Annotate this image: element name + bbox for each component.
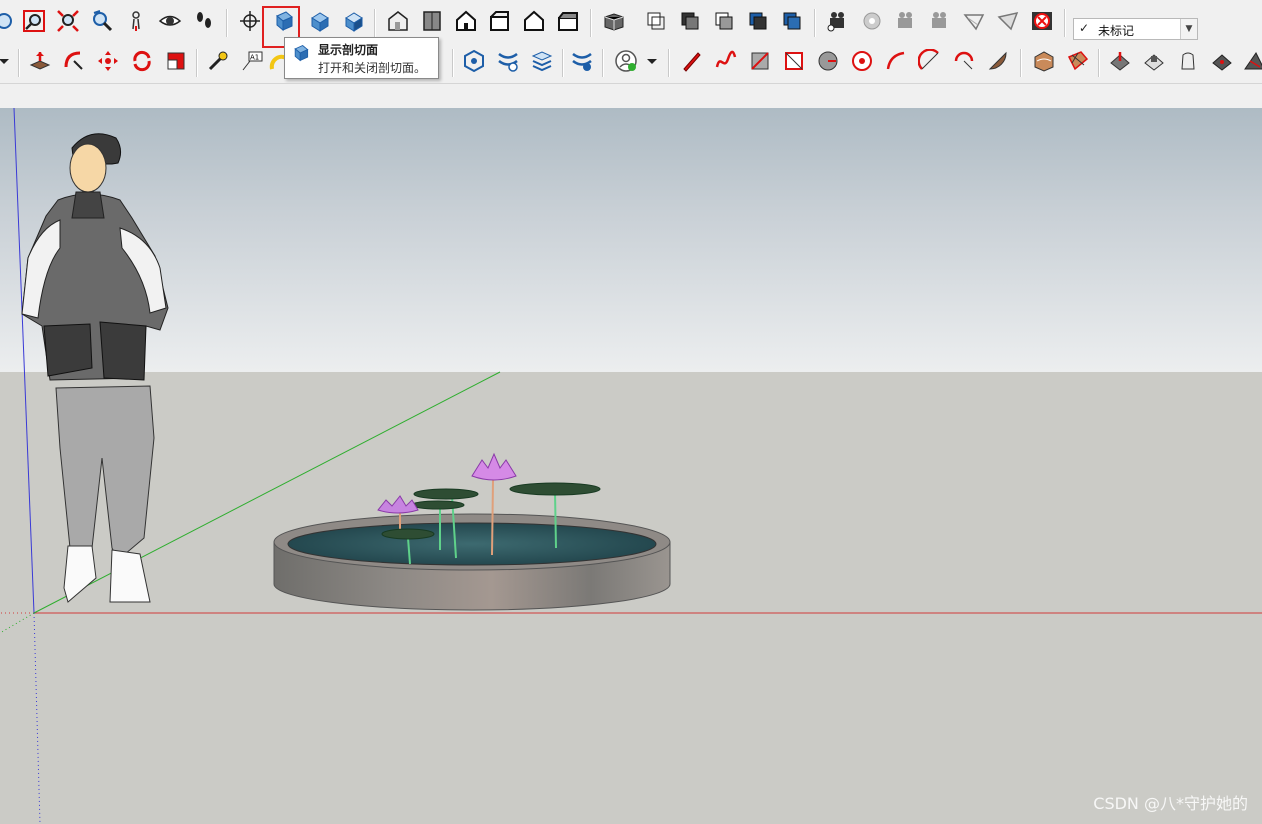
toolbar-separator [1020,49,1022,77]
pencil-icon[interactable] [678,47,706,75]
shaded-icon[interactable] [744,7,772,35]
back-edges-icon[interactable] [642,7,670,35]
iso-view-icon[interactable] [384,7,412,35]
sandbox-from-scratch-icon[interactable] [1064,47,1092,75]
two-point-arc-icon[interactable] [916,47,944,75]
add-detail-icon[interactable] [1208,47,1236,75]
toolbar-separator [18,49,20,77]
rotate-icon[interactable] [128,47,156,75]
toolbar-separator [562,49,564,77]
polygon-icon[interactable] [848,47,876,75]
green-axis-negative [0,612,35,634]
stamp-icon[interactable] [1140,47,1168,75]
smooth-icon[interactable] [994,7,1022,35]
rotated-rectangle-icon[interactable] [780,47,808,75]
camera-add-icon[interactable] [824,7,852,35]
back-view-icon[interactable] [520,7,548,35]
toolbar-separator [226,9,228,37]
axes-icon[interactable] [236,7,264,35]
display-section-fill-icon[interactable] [340,7,368,35]
move-icon[interactable] [94,47,122,75]
text-label-icon[interactable]: A1 [238,47,266,75]
scene-settings-icon[interactable] [568,47,596,75]
rectangle-icon[interactable] [746,47,774,75]
left-view-icon[interactable] [554,7,582,35]
pond-basin [273,513,671,611]
tape-measure-icon[interactable] [204,47,232,75]
follow-me-icon[interactable] [60,47,88,75]
camera-icon[interactable] [858,7,886,35]
model-viewport[interactable]: CSDN @八*守护她的 [0,108,1262,824]
toolbar-separator [1064,9,1066,37]
toolbar-separator [590,9,592,37]
display-section-cuts-icon[interactable] [306,7,334,35]
scale-icon[interactable] [162,47,190,75]
shaded-textures-icon[interactable] [778,7,806,35]
tooltip-description: 打开和关闭剖切面。 [318,61,427,75]
svg-text:A1: A1 [250,54,259,62]
layers-icon[interactable] [528,47,556,75]
styles-icon[interactable] [460,47,488,75]
tag-check-icon: ✓ [1079,21,1090,35]
arc-icon[interactable] [882,47,910,75]
toolbar-overflow-arrow-icon[interactable] [0,47,18,75]
tag-selector[interactable]: ✓ 未标记 ▼ [1073,18,1198,40]
front-view-icon[interactable] [452,7,480,35]
toolbar-separator [814,9,816,37]
soften-icon[interactable] [960,7,988,35]
scale-figure [21,133,169,603]
push-pull-icon[interactable] [26,47,54,75]
toolbar-separator [452,49,454,77]
wireframe-icon[interactable] [676,7,704,35]
circle-icon[interactable] [814,47,842,75]
blue-axis-negative [33,612,41,824]
shadows-icon[interactable] [494,47,522,75]
sandbox-from-contours-icon[interactable] [1030,47,1058,75]
toolbar-divider [0,83,1262,84]
tag-selector-value: 未标记 [1098,24,1135,38]
look-around-icon[interactable] [156,7,184,35]
display-section-planes-icon [294,45,309,62]
watermark: CSDN @八*守护她的 [1093,794,1248,813]
freehand-icon[interactable] [712,47,740,75]
circle-select-icon[interactable] [0,7,18,35]
three-point-arc-icon[interactable] [950,47,978,75]
toolbar-separator [1098,49,1100,77]
camera-2-icon[interactable] [926,7,954,35]
xray-icon[interactable] [600,7,628,35]
hidden-line-icon[interactable] [710,7,738,35]
top-view-icon[interactable] [418,7,446,35]
toolbar-separator [668,49,670,77]
toolbar-area: ✓ 未标记 ▼ A1 显示剖切面 打开和关闭剖切面。 [0,0,1262,108]
pie-icon[interactable] [984,47,1012,75]
toolbar-separator [196,49,198,77]
toolbar-separator [374,9,376,37]
toolbar-separator [602,49,604,77]
tooltip-title: 显示剖切面 [318,43,379,57]
tooltip: 显示剖切面 打开和关闭剖切面。 [284,37,439,79]
user-menu-arrow-icon[interactable] [638,47,666,75]
previous-view-icon[interactable] [88,7,116,35]
flip-edge-icon[interactable] [1240,47,1262,75]
chevron-down-icon[interactable]: ▼ [1180,19,1197,39]
smoove-icon[interactable] [1106,47,1134,75]
scene-3d [0,108,1262,824]
blue-axis [13,108,35,614]
camera-play-icon[interactable] [892,7,920,35]
walk-icon[interactable] [190,7,218,35]
zoom-extents-icon[interactable] [54,7,82,35]
user-account-icon[interactable] [612,47,640,75]
hide-rest-icon[interactable] [1028,7,1056,35]
right-view-icon[interactable] [486,7,514,35]
zoom-window-icon[interactable] [20,7,48,35]
drape-icon[interactable] [1174,47,1202,75]
position-camera-icon[interactable] [122,7,150,35]
